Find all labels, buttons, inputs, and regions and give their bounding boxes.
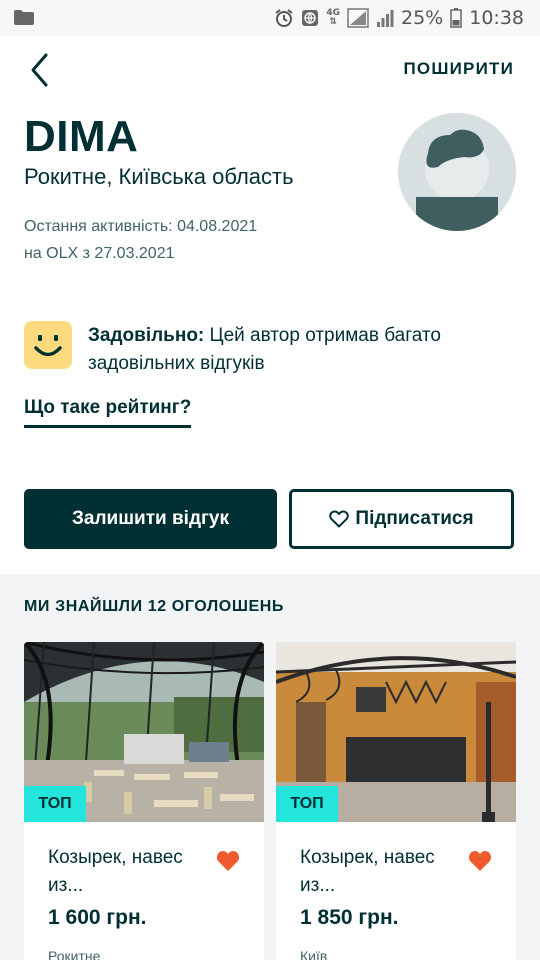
listing-title: Козырек, навес из...: [48, 847, 183, 896]
listing-location: Рокитне: [48, 948, 101, 960]
folder-icon: [14, 10, 34, 25]
follow-button[interactable]: Підписатися: [289, 489, 514, 549]
follow-label: Підписатися: [355, 508, 474, 529]
status-bar: 4G ⇅ 25% 10:38: [0, 0, 540, 36]
favorite-heart-icon[interactable]: [216, 850, 240, 872]
user-location: Рокитне, Київська область: [24, 164, 294, 189]
battery-percent: 25%: [401, 7, 444, 29]
top-badge: ТОП: [24, 786, 86, 822]
globe-icon: [302, 10, 319, 26]
rating-info-link[interactable]: Що таке рейтинг?: [24, 397, 192, 428]
top-badge: ТОП: [276, 786, 338, 822]
listing-title: Козырек, навес из...: [300, 847, 435, 896]
heart-outline-icon: [329, 510, 350, 528]
listing-card[interactable]: ТОП Козырек, навес из... 1 850 грн. Київ: [276, 642, 516, 960]
signal-icon: [347, 8, 369, 28]
clock: 10:38: [469, 7, 524, 29]
listings-count-heading: МИ ЗНАЙШЛИ 12 ОГОЛОШЕНЬ: [24, 598, 285, 615]
member-since: на OLX з 27.03.2021: [24, 245, 175, 262]
rating-summary: Задовільно: Цей автор отримав багато зад…: [88, 322, 508, 378]
user-name: DIMA: [24, 112, 139, 161]
listing-price: 1 600 грн.: [48, 906, 147, 929]
listing-card[interactable]: ТОП Козырек, навес из... 1 600 грн. Роки…: [24, 642, 264, 960]
listings-section: МИ ЗНАЙШЛИ 12 ОГОЛОШЕНЬ ТОП Козырек, нав…: [0, 574, 540, 960]
leave-review-label: Залишити відгук: [71, 508, 229, 529]
smiley-icon: [34, 335, 62, 357]
network-arrows-icon: ⇅: [329, 17, 337, 27]
back-arrow-icon[interactable]: [26, 50, 56, 90]
alarm-icon: [275, 9, 293, 27]
last-activity: Остання активність: 04.08.2021: [24, 218, 258, 235]
avatar: [398, 113, 516, 231]
share-button[interactable]: ПОШИРИТИ: [403, 59, 514, 79]
rating-label: Задовільно:: [88, 325, 205, 346]
listing-price: 1 850 грн.: [300, 906, 399, 929]
network-indicator: 4G ⇅: [326, 9, 340, 27]
signal-bars-icon: [377, 10, 394, 27]
rating-badge: [24, 321, 72, 369]
favorite-heart-icon[interactable]: [468, 850, 492, 872]
listing-location: Київ: [300, 948, 328, 960]
default-avatar-icon: [398, 113, 516, 231]
battery-icon: [450, 8, 462, 28]
leave-review-button[interactable]: Залишити відгук: [24, 489, 277, 549]
